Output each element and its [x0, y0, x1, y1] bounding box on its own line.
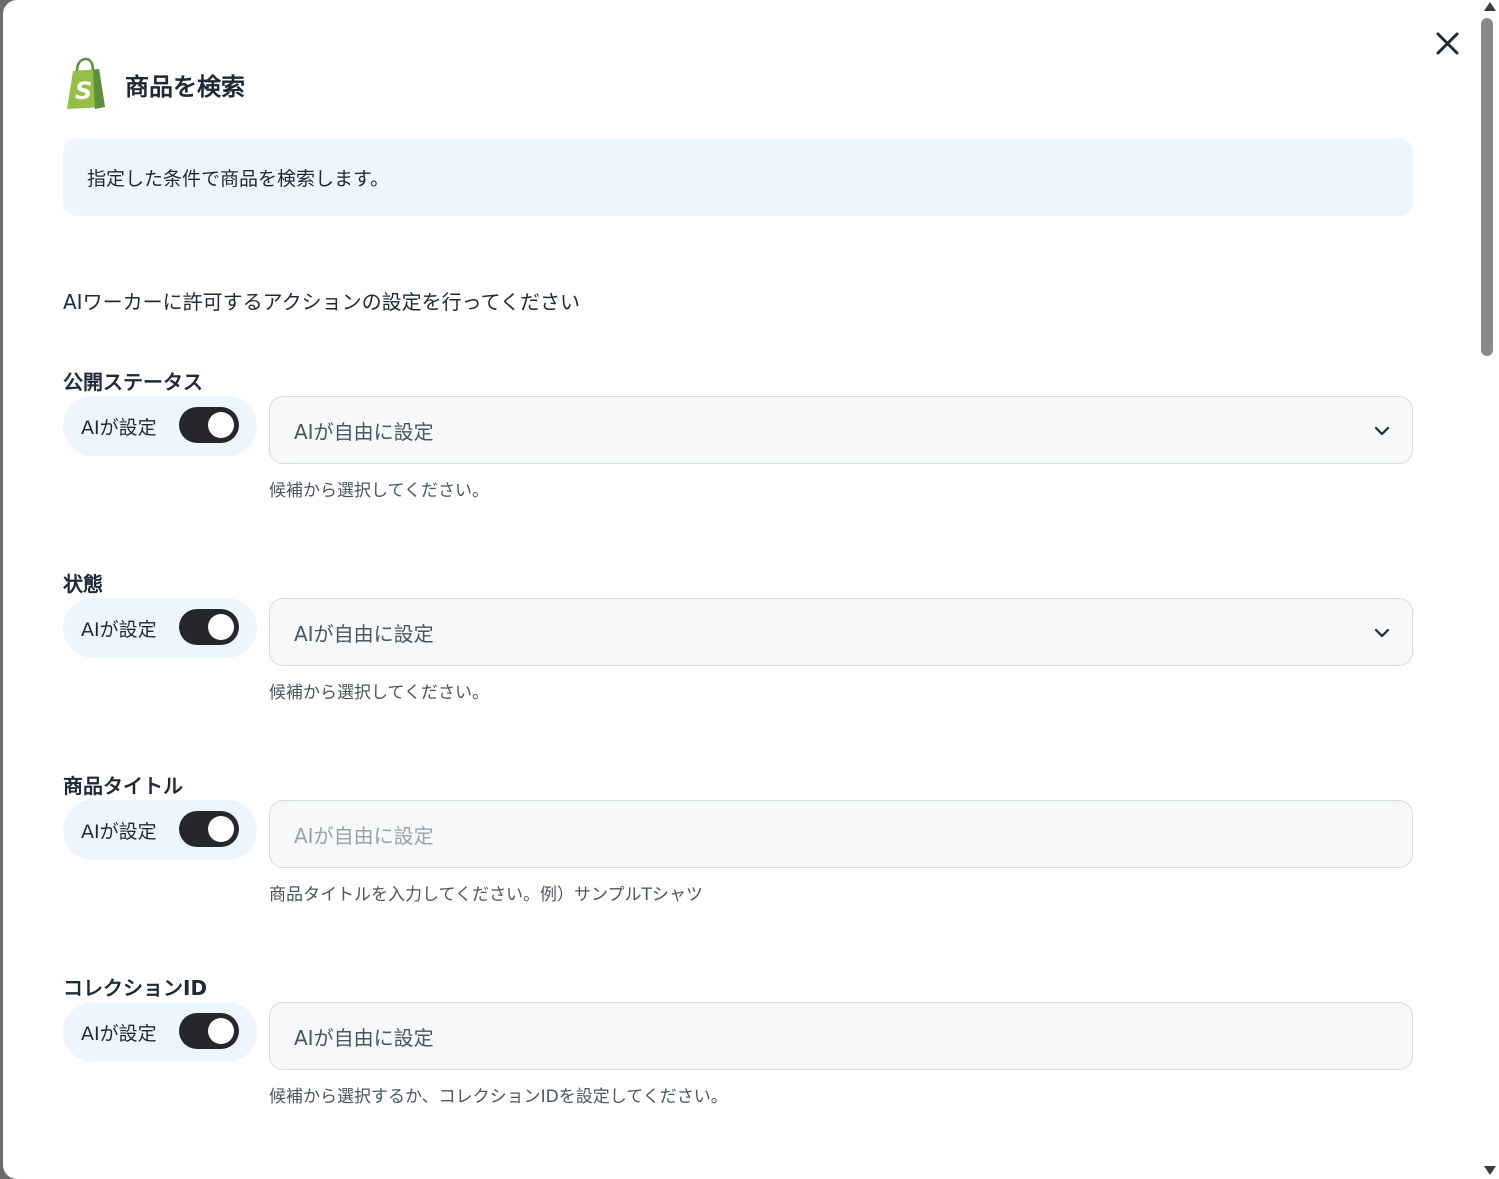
description-banner: 指定した条件で商品を検索します。 — [63, 138, 1413, 216]
chevron-down-icon — [1374, 628, 1390, 638]
ai-setting-label: AIが設定 — [81, 416, 157, 439]
input-placeholder: AIが自由に設定 — [294, 823, 434, 848]
ai-setting-toggle-group: AIが設定 — [63, 396, 257, 456]
modal-header: S 商品を検索 — [63, 56, 245, 112]
scroll-up-icon[interactable] — [1484, 2, 1496, 11]
product-title-input[interactable]: AIが自由に設定 — [269, 800, 1413, 868]
scrollbar-thumb[interactable] — [1481, 18, 1493, 356]
toggle-knob — [208, 614, 234, 640]
field-publish-status: 公開ステータス AIが設定 AIが自由に設定 候補から選択してください。 — [63, 366, 1413, 546]
page-title: 商品を検索 — [125, 72, 245, 101]
ai-setting-toggle[interactable] — [179, 407, 239, 443]
status-select[interactable]: AIが自由に設定 — [269, 598, 1413, 666]
field-label: 商品タイトル — [63, 774, 183, 798]
field-label: 公開ステータス — [63, 370, 203, 394]
close-button[interactable] — [1428, 26, 1466, 64]
field-status: 状態 AIが設定 AIが自由に設定 候補から選択してください。 — [63, 568, 1413, 748]
toggle-knob — [208, 1018, 234, 1044]
field-hint: 候補から選択するか、コレクションIDを設定してください。 — [269, 1087, 728, 1107]
toggle-knob — [208, 816, 234, 842]
ai-setting-label: AIが設定 — [81, 618, 157, 641]
ai-setting-label: AIが設定 — [81, 820, 157, 843]
ai-setting-label: AIが設定 — [81, 1022, 157, 1045]
field-hint: 候補から選択してください。 — [269, 683, 489, 703]
shopify-bag-icon: S — [67, 57, 105, 109]
svg-text:S: S — [75, 77, 92, 105]
ai-setting-toggle[interactable] — [179, 811, 239, 847]
instruction-text: AIワーカーに許可するアクションの設定を行ってください — [63, 290, 580, 314]
chevron-down-icon — [1374, 426, 1390, 436]
field-product-title: 商品タイトル AIが設定 AIが自由に設定 商品タイトルを入力してください。例）… — [63, 770, 1413, 950]
close-icon — [1436, 32, 1459, 55]
field-label: 状態 — [63, 572, 103, 596]
ai-setting-toggle-group: AIが設定 — [63, 1002, 257, 1062]
ai-setting-toggle-group: AIが設定 — [63, 800, 257, 860]
ai-setting-toggle-group: AIが設定 — [63, 598, 257, 658]
field-collection-id: コレクションID AIが設定 AIが自由に設定 候補から選択するか、コレクション… — [63, 972, 1413, 1152]
input-value: AIが自由に設定 — [294, 1025, 434, 1050]
field-label: コレクションID — [63, 976, 208, 1000]
select-value: AIが自由に設定 — [294, 621, 434, 646]
field-hint: 候補から選択してください。 — [269, 481, 489, 501]
scroll-down-icon[interactable] — [1484, 1166, 1496, 1175]
ai-setting-toggle[interactable] — [179, 609, 239, 645]
select-value: AIが自由に設定 — [294, 419, 434, 444]
publish-status-select[interactable]: AIが自由に設定 — [269, 396, 1413, 464]
search-products-modal: S 商品を検索 指定した条件で商品を検索します。 AIワーカーに許可するアクショ… — [3, 0, 1477, 1179]
ai-setting-toggle[interactable] — [179, 1013, 239, 1049]
field-hint: 商品タイトルを入力してください。例）サンプルTシャツ — [269, 885, 703, 905]
toggle-knob — [208, 412, 234, 438]
collection-id-input[interactable]: AIが自由に設定 — [269, 1002, 1413, 1070]
scrollbar[interactable] — [1477, 0, 1499, 1179]
